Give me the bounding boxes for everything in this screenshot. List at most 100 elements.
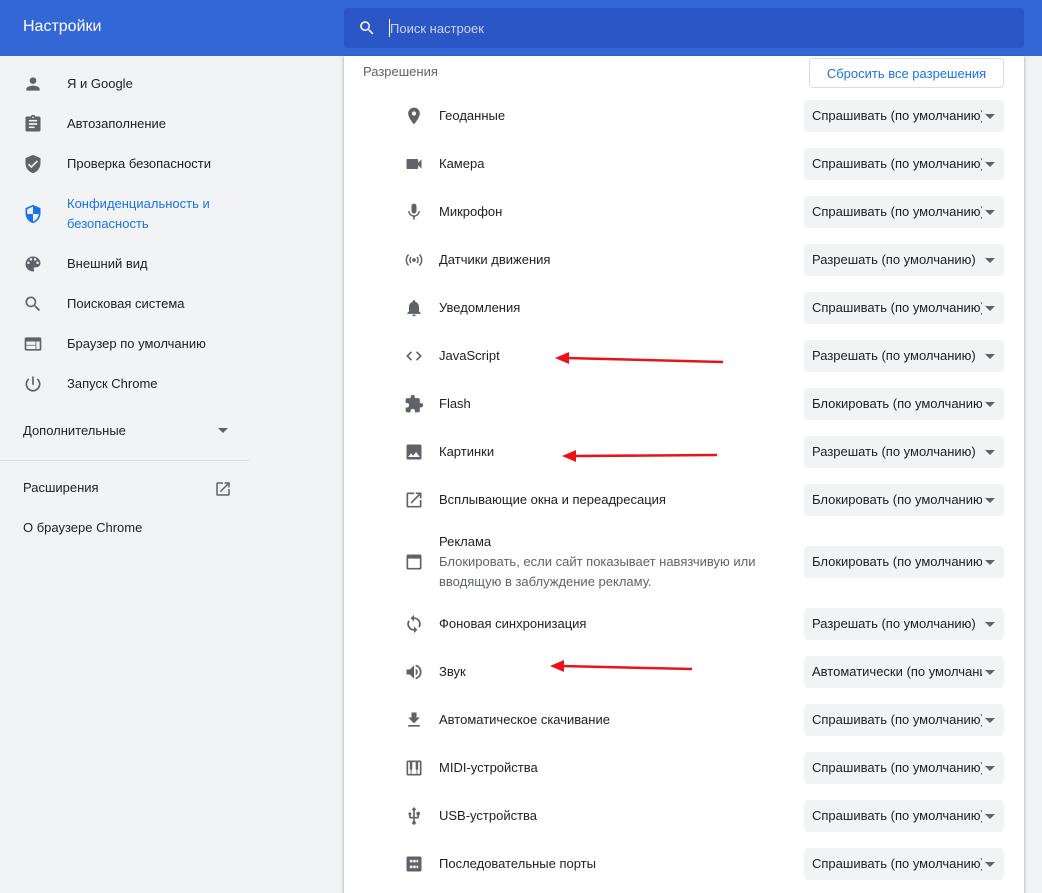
palette-icon	[25, 256, 41, 272]
permission-select[interactable]: Блокировать (по умолчанию)	[804, 546, 1004, 578]
select-value: Спрашивать (по умолчанию)	[812, 108, 982, 123]
permission-row-automatic-downloads[interactable]: Автоматическое скачивание Спрашивать (по…	[344, 696, 1024, 744]
sidebar-item-label-line2: безопасность	[67, 216, 149, 231]
permission-description: Блокировать, если сайт показывает навязч…	[439, 554, 756, 589]
select-value: Автоматически (по умолчанию)	[812, 664, 982, 679]
permission-label: Микрофон	[439, 204, 503, 219]
permission-row-camera[interactable]: Камера Спрашивать (по умолчанию)	[344, 140, 1024, 188]
sidebar-item-extensions[interactable]: Расширения	[23, 480, 233, 500]
puzzle-icon	[405, 394, 424, 413]
dropdown-arrow-icon	[985, 258, 995, 263]
extensions-label: Расширения	[23, 480, 99, 495]
piano-icon	[406, 760, 422, 776]
sidebar-item-safety-check[interactable]: Проверка безопасности	[0, 154, 250, 174]
search-box[interactable]	[344, 8, 1024, 48]
permission-select[interactable]: Блокировать (по умолчанию)	[804, 388, 1004, 420]
about-label: О браузере Chrome	[23, 520, 143, 535]
sidebar-item-on-startup[interactable]: Запуск Chrome	[0, 374, 250, 394]
permission-label: Картинки	[439, 444, 495, 459]
sidebar-advanced-toggle[interactable]: Дополнительные	[23, 423, 230, 438]
reset-permissions-button[interactable]: Сбросить все разрешения	[809, 58, 1004, 88]
search-input[interactable]	[390, 8, 990, 48]
permission-label: USB-устройства	[439, 808, 538, 823]
permission-select[interactable]: Автоматически (по умолчанию)	[804, 656, 1004, 688]
permission-select[interactable]: Спрашивать (по умолчанию)	[804, 292, 1004, 324]
permission-select[interactable]: Разрешать (по умолчанию)	[804, 608, 1004, 640]
permission-row-serial-ports[interactable]: Последовательные порты Спрашивать (по ум…	[344, 840, 1024, 888]
permission-row-notifications[interactable]: Уведомления Спрашивать (по умолчанию)	[344, 284, 1024, 332]
sidebar: Я и Google Автозаполнение Проверка безоп…	[0, 56, 250, 893]
location-icon	[408, 107, 420, 125]
sidebar-item-label: Проверка безопасности	[67, 156, 212, 171]
select-value: Блокировать (по умолчанию)	[812, 554, 982, 569]
camera-icon	[406, 159, 422, 169]
dropdown-arrow-icon	[985, 670, 995, 675]
header-bar: Настройки	[0, 0, 1042, 56]
select-value: Спрашивать (по умолчанию)	[812, 712, 982, 727]
permission-select[interactable]: Спрашивать (по умолчанию)	[804, 196, 1004, 228]
permission-row-sound[interactable]: Звук Автоматически (по умолчанию)	[344, 648, 1024, 696]
sidebar-item-you-and-google[interactable]: Я и Google	[0, 74, 250, 94]
select-value: Спрашивать (по умолчанию)	[812, 856, 982, 871]
image-icon	[406, 444, 422, 460]
permission-label: Реклама	[439, 534, 492, 549]
permission-select[interactable]: Спрашивать (по умолчанию)	[804, 100, 1004, 132]
sidebar-item-appearance[interactable]: Внешний вид	[0, 254, 250, 274]
permission-row-javascript[interactable]: JavaScript Разрешать (по умолчанию)	[344, 332, 1024, 380]
sidebar-item-default-browser[interactable]: Браузер по умолчанию	[0, 334, 250, 354]
permission-select[interactable]: Спрашивать (по умолчанию)	[804, 800, 1004, 832]
permission-row-popups[interactable]: Всплывающие окна и переадресация Блокиро…	[344, 476, 1024, 524]
search-icon	[25, 296, 41, 312]
sidebar-item-search-engine[interactable]: Поисковая система	[0, 294, 250, 314]
permission-row-background-sync[interactable]: Фоновая синхронизация Разрешать (по умол…	[344, 600, 1024, 648]
permission-row-microphone[interactable]: Микрофон Спрашивать (по умолчанию)	[344, 188, 1024, 236]
sidebar-item-privacy[interactable]: Конфиденциальность и безопасность	[0, 194, 250, 234]
volume-icon	[406, 664, 422, 680]
permission-row-midi[interactable]: MIDI-устройства Спрашивать (по умолчанию…	[344, 744, 1024, 792]
power-icon	[25, 376, 41, 392]
shield-icon	[25, 204, 41, 224]
permission-row-flash[interactable]: Flash Блокировать (по умолчанию)	[344, 380, 1024, 428]
permission-row-ads[interactable]: Реклама Блокировать, если сайт показывае…	[344, 524, 1024, 600]
permission-row-location[interactable]: Геоданные Спрашивать (по умолчанию)	[344, 92, 1024, 140]
select-value: Блокировать (по умолчанию)	[812, 492, 982, 507]
permission-select[interactable]: Разрешать (по умолчанию)	[804, 244, 1004, 276]
sidebar-divider	[0, 460, 249, 461]
permission-select[interactable]: Блокировать (по умолчанию)	[804, 484, 1004, 516]
dropdown-arrow-icon	[985, 306, 995, 311]
page-title: Настройки	[23, 18, 102, 35]
open-in-new-icon	[406, 492, 422, 508]
search-icon	[360, 21, 374, 35]
permission-label: Камера	[439, 156, 485, 171]
permission-label: Фоновая синхронизация	[439, 616, 587, 631]
permission-select[interactable]: Спрашивать (по умолчанию)	[804, 752, 1004, 784]
dropdown-arrow-icon	[985, 766, 995, 771]
permission-select[interactable]: Спрашивать (по умолчанию)	[804, 148, 1004, 180]
permission-row-motion-sensors[interactable]: Датчики движения Разрешать (по умолчанию…	[344, 236, 1024, 284]
ads-icon	[406, 554, 422, 570]
permission-label: JavaScript	[439, 348, 500, 363]
permission-select[interactable]: Спрашивать (по умолчанию)	[804, 848, 1004, 880]
permission-select[interactable]: Разрешать (по умолчанию)	[804, 340, 1004, 372]
sidebar-item-label: Поисковая система	[67, 296, 185, 311]
select-value: Спрашивать (по умолчанию)	[812, 300, 982, 315]
microphone-icon	[408, 203, 420, 220]
sidebar-item-autofill[interactable]: Автозаполнение	[0, 114, 250, 134]
permission-label: Flash	[439, 396, 471, 411]
sidebar-item-about-chrome[interactable]: О браузере Chrome	[23, 520, 142, 535]
advanced-label: Дополнительные	[23, 423, 126, 438]
permission-label: Звук	[439, 664, 466, 679]
sidebar-item-label: Запуск Chrome	[67, 376, 158, 391]
permission-label: MIDI-устройства	[439, 760, 538, 775]
permission-label: Последовательные порты	[439, 856, 596, 871]
permission-select[interactable]: Разрешать (по умолчанию)	[804, 436, 1004, 468]
download-icon	[408, 712, 420, 727]
permission-select[interactable]: Спрашивать (по умолчанию)	[804, 704, 1004, 736]
dropdown-arrow-icon	[985, 450, 995, 455]
sidebar-item-label: Конфиденциальность и	[67, 196, 210, 211]
dropdown-arrow-icon	[985, 354, 995, 359]
select-value: Блокировать (по умолчанию)	[812, 396, 982, 411]
select-value: Разрешать (по умолчанию)	[812, 348, 976, 363]
permission-row-images[interactable]: Картинки Разрешать (по умолчанию)	[344, 428, 1024, 476]
permission-row-usb[interactable]: USB-устройства Спрашивать (по умолчанию)	[344, 792, 1024, 840]
